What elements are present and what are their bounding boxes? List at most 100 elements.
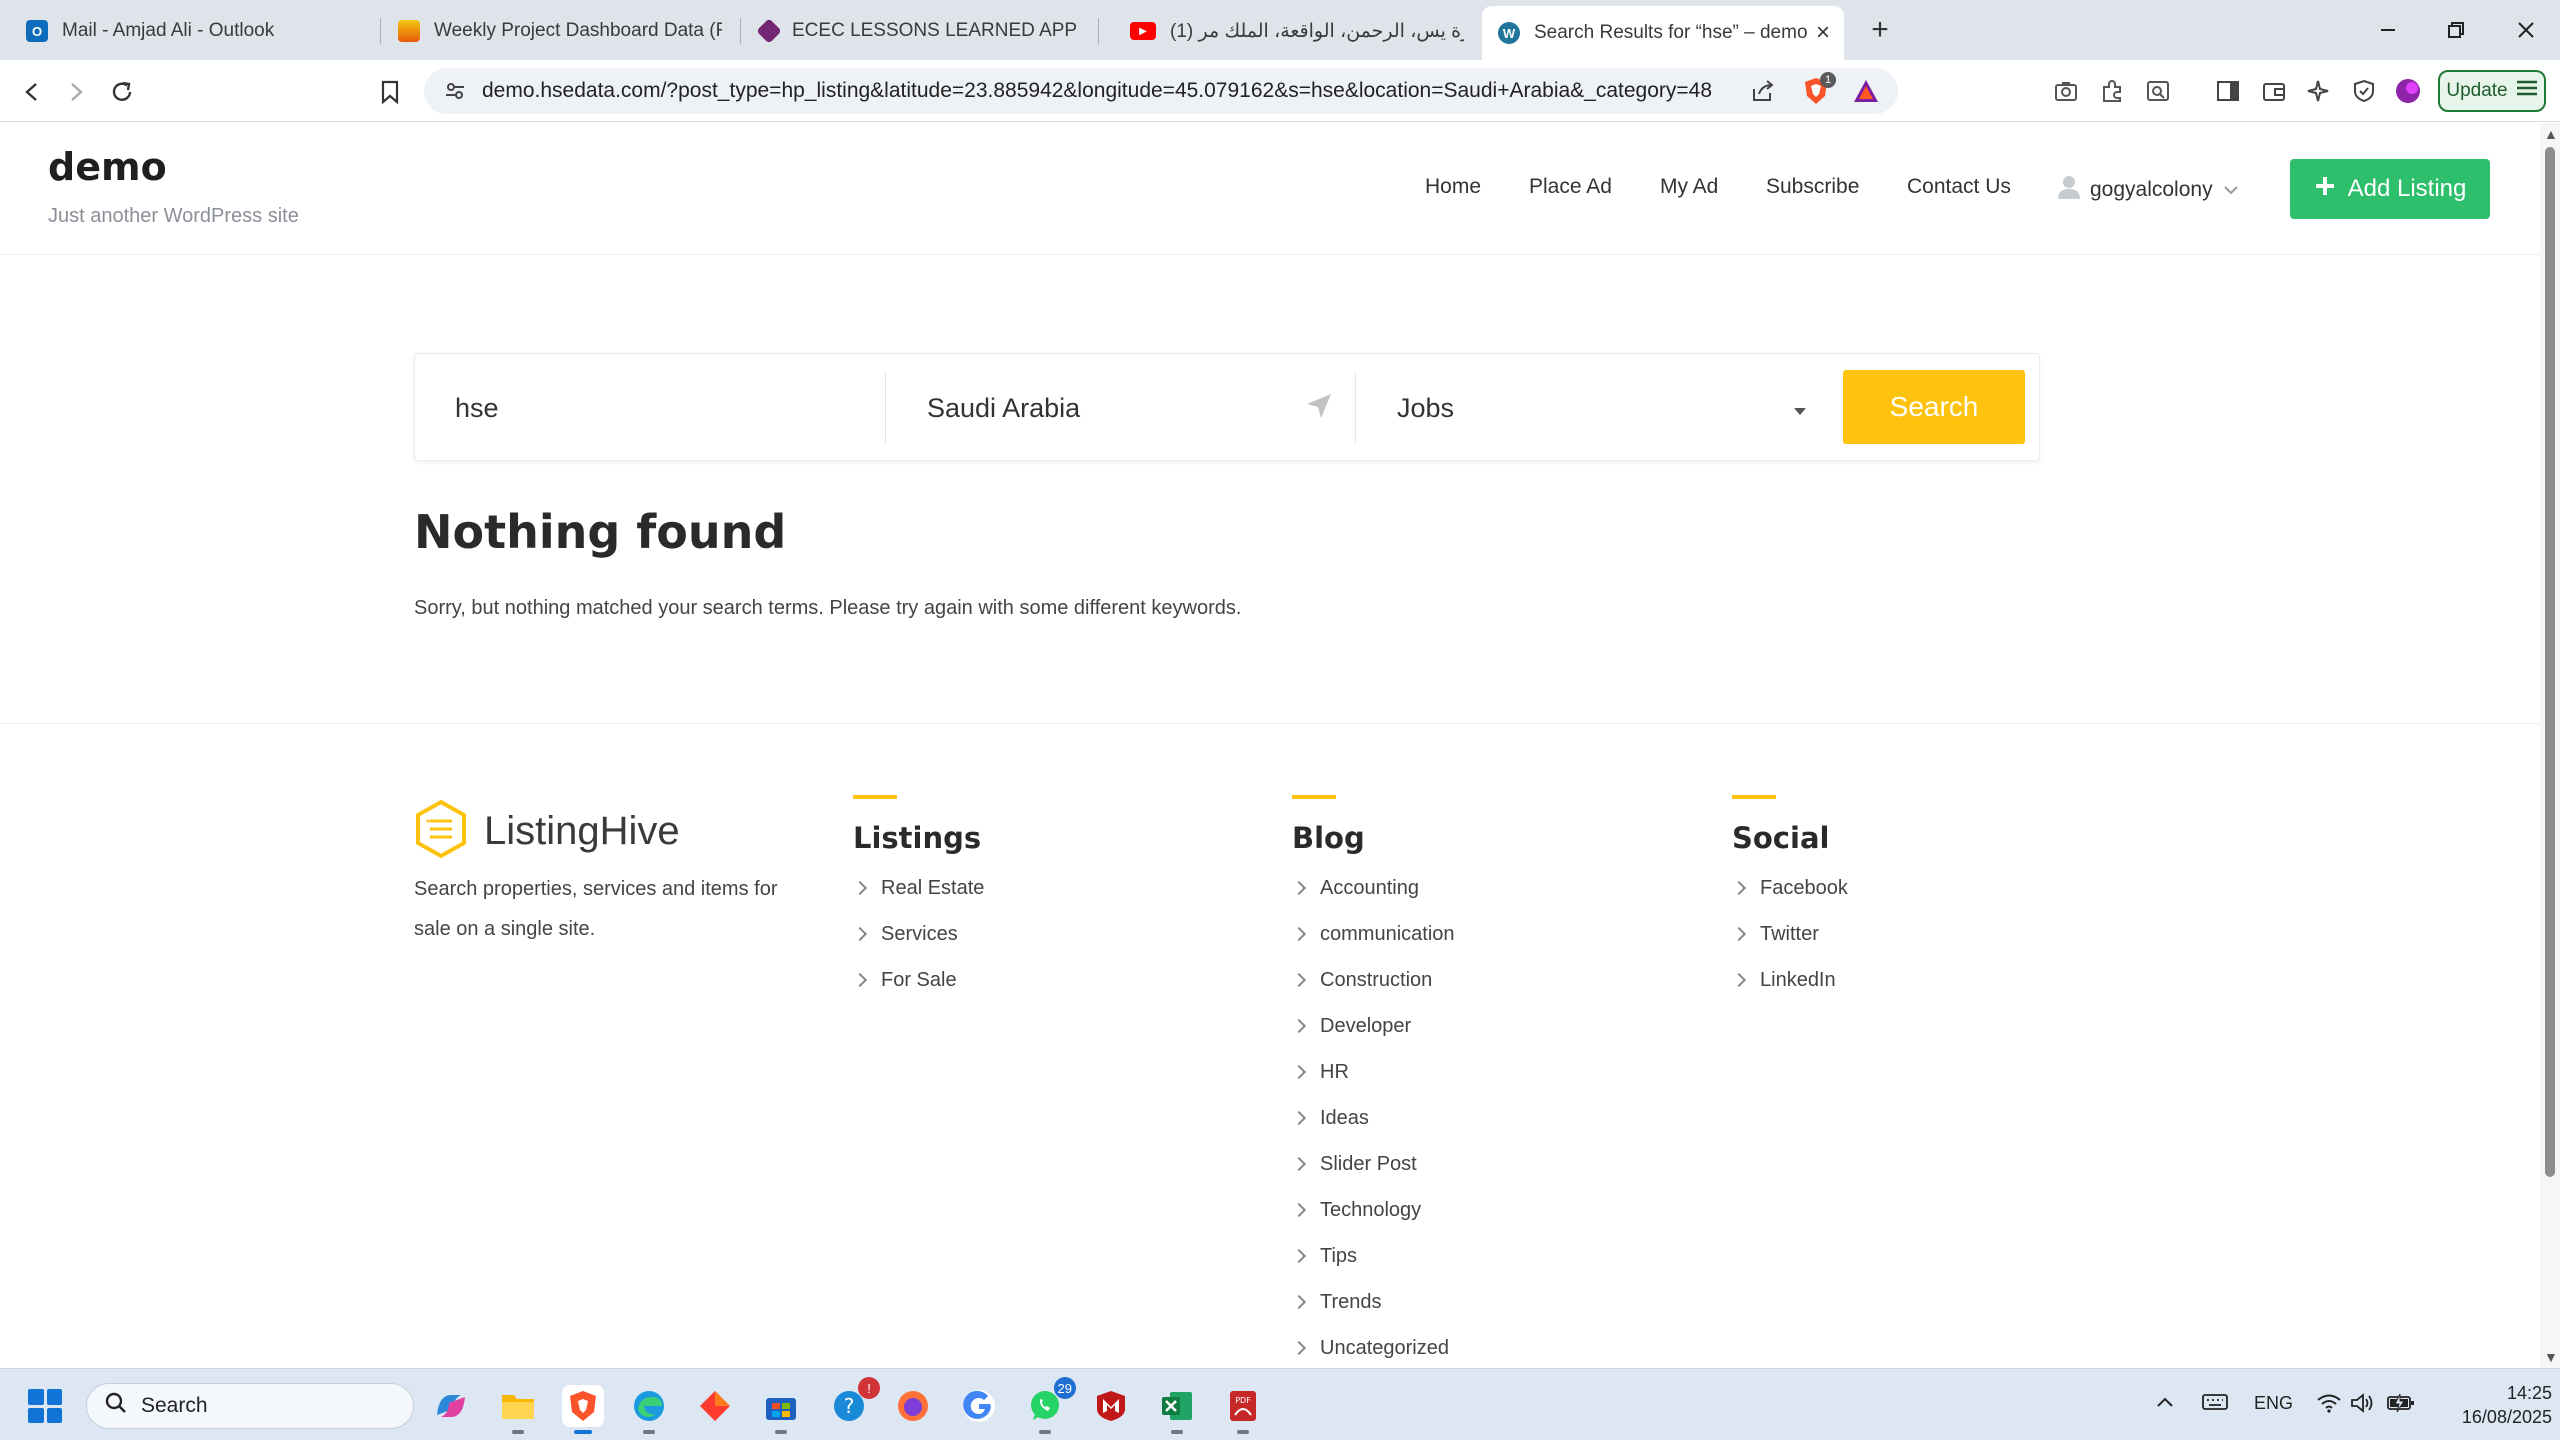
footer-link[interactable]: Services [852, 911, 984, 957]
menu-subscribe[interactable]: Subscribe [1766, 175, 1859, 199]
location-input[interactable]: Saudi Arabia [927, 370, 1347, 446]
chevron-down-icon [2223, 178, 2239, 202]
language-indicator[interactable]: ENG [2254, 1393, 2293, 1414]
tab-power-apps[interactable]: ECEC LESSONS LEARNED APP - Powe [744, 8, 1096, 54]
caret-down-icon[interactable] [1793, 404, 1807, 422]
volume-icon[interactable] [2350, 1393, 2374, 1418]
add-listing-button[interactable]: Add Listing [2290, 159, 2490, 219]
footer-brand[interactable]: ListingHive [414, 799, 680, 864]
tab-outlook[interactable]: O Mail - Amjad Ali - Outlook [10, 8, 378, 54]
page-scrollbar[interactable]: ▲ ▼ [2540, 123, 2560, 1368]
tab-power-bi[interactable]: Weekly Project Dashboard Data (For [382, 8, 738, 54]
footer-link[interactable]: Twitter [1731, 911, 1848, 957]
scrollbar-thumb[interactable] [2545, 147, 2555, 1177]
tab-search-results-active[interactable]: W Search Results for “hse” – demo × [1482, 6, 1844, 60]
edge-browser-icon[interactable] [628, 1385, 670, 1434]
location-arrow-icon[interactable] [1305, 392, 1333, 425]
reader-mode-icon[interactable] [2142, 75, 2174, 107]
close-tab-icon[interactable]: × [1816, 19, 1830, 47]
close-window-icon[interactable] [2506, 10, 2546, 50]
tab-separator [380, 18, 381, 44]
footer-link[interactable]: Ideas [1291, 1095, 1455, 1141]
footer-link[interactable]: Facebook [1731, 865, 1848, 911]
footer-link[interactable]: HR [1291, 1049, 1455, 1095]
profile-avatar-icon[interactable] [2392, 75, 2424, 107]
chevron-right-icon [1291, 1064, 1307, 1080]
scroll-down-icon[interactable]: ▼ [2544, 1350, 2558, 1364]
clock-time: 14:25 [2506, 1383, 2552, 1403]
footer-link[interactable]: Developer [1291, 1003, 1455, 1049]
search-icon [105, 1392, 127, 1420]
taskbar-search-box[interactable]: Search [86, 1383, 414, 1429]
diamond-app-icon[interactable] [694, 1385, 736, 1427]
footer-link[interactable]: Slider Post [1291, 1141, 1455, 1187]
brave-rewards-icon[interactable] [1852, 78, 1880, 109]
brave-shields-icon[interactable]: 1 [1802, 72, 1836, 111]
footer-link[interactable]: Real Estate [852, 865, 984, 911]
wifi-icon[interactable] [2316, 1393, 2342, 1418]
copilot-icon[interactable] [430, 1385, 472, 1427]
mcafee-icon[interactable] [1090, 1385, 1132, 1427]
brave-browser-icon[interactable] [562, 1385, 604, 1434]
tab-youtube[interactable]: ▶ (1) سورة يس، الرحمن، الواقعة، الملك مر [1114, 8, 1480, 54]
keyboard-icon[interactable] [2202, 1393, 2228, 1416]
extensions-icon[interactable] [2096, 75, 2128, 107]
running-indicator [1237, 1430, 1249, 1434]
reload-icon[interactable] [102, 72, 142, 112]
menu-place-ad[interactable]: Place Ad [1529, 175, 1612, 199]
running-indicator [775, 1430, 787, 1434]
get-help-icon[interactable]: ? ! [828, 1377, 880, 1427]
scroll-up-icon[interactable]: ▲ [2544, 127, 2558, 141]
menu-contact-us[interactable]: Contact Us [1907, 175, 2011, 199]
keyword-input[interactable]: hse [455, 370, 875, 446]
menu-home[interactable]: Home [1425, 175, 1481, 199]
sidebar-icon[interactable] [2212, 75, 2244, 107]
url-text[interactable]: demo.hsedata.com/?post_type=hp_listing&l… [482, 68, 1732, 114]
footer-link[interactable]: Uncategorized [1291, 1325, 1455, 1368]
leo-ai-icon[interactable] [2302, 75, 2334, 107]
google-icon[interactable] [958, 1385, 1000, 1427]
footer-link[interactable]: LinkedIn [1731, 957, 1848, 1003]
footer-link[interactable]: Tips [1291, 1233, 1455, 1279]
microsoft-store-icon[interactable] [760, 1385, 802, 1434]
windows-start-icon[interactable] [28, 1389, 62, 1423]
new-tab-button[interactable]: + [1860, 12, 1900, 48]
user-account-menu[interactable]: gogyalcolony [2058, 175, 2239, 205]
chevron-right-icon [1291, 1110, 1307, 1126]
site-title[interactable]: demo [48, 145, 167, 189]
excel-icon[interactable] [1156, 1385, 1198, 1434]
wallet-icon[interactable] [2258, 75, 2290, 107]
footer-link[interactable]: Accounting [1291, 865, 1455, 911]
firefox-icon[interactable] [892, 1385, 934, 1427]
menu-my-ad[interactable]: My Ad [1660, 175, 1718, 199]
site-settings-icon[interactable] [444, 80, 466, 107]
browser-update-button[interactable]: Update [2438, 70, 2546, 112]
chevron-right-icon [1291, 880, 1307, 896]
category-select[interactable]: Jobs [1397, 370, 1817, 446]
search-button[interactable]: Search [1843, 370, 2025, 444]
vpn-shield-icon[interactable] [2348, 75, 2380, 107]
clock-date: 16/08/2025 [2461, 1407, 2552, 1427]
screenshot-icon[interactable] [2050, 75, 2082, 107]
footer-link[interactable]: Trends [1291, 1279, 1455, 1325]
file-explorer-icon[interactable] [497, 1385, 539, 1434]
footer-link[interactable]: For Sale [852, 957, 984, 1003]
forward-icon[interactable] [56, 72, 96, 112]
whatsapp-icon[interactable]: 29 [1024, 1377, 1076, 1434]
bookmark-icon[interactable] [370, 72, 410, 112]
back-icon[interactable] [12, 72, 52, 112]
system-clock[interactable]: 14:25 16/08/2025 [2432, 1381, 2552, 1429]
footer-link[interactable]: communication [1291, 911, 1455, 957]
minimize-icon[interactable] [2368, 10, 2408, 50]
share-icon[interactable] [1750, 79, 1776, 108]
address-bar[interactable]: demo.hsedata.com/?post_type=hp_listing&l… [424, 68, 1898, 114]
web-page: demo Just another WordPress site Home Pl… [0, 123, 2540, 1368]
pdf-reader-icon[interactable]: PDF [1222, 1385, 1264, 1434]
plus-icon [2314, 175, 2336, 204]
show-hidden-icons-chevron-icon[interactable] [2156, 1393, 2174, 1414]
footer-link[interactable]: Construction [1291, 957, 1455, 1003]
notification-badge: 29 [1053, 1377, 1076, 1399]
battery-charging-icon[interactable] [2386, 1393, 2416, 1418]
restore-icon[interactable] [2436, 10, 2476, 50]
footer-link[interactable]: Technology [1291, 1187, 1455, 1233]
